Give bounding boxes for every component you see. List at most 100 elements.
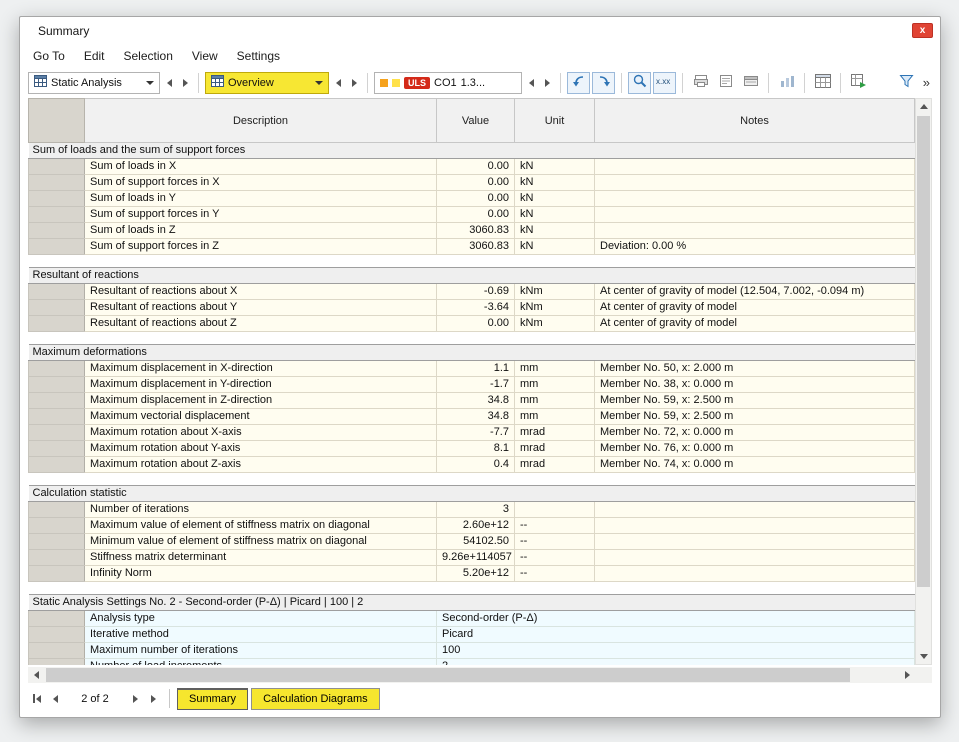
cell-notes[interactable]: Member No. 38, x: 0.000 m xyxy=(595,377,915,393)
jump-forward-button[interactable] xyxy=(592,72,615,94)
row-gutter[interactable] xyxy=(29,361,85,377)
section-header-row[interactable]: Resultant of reactions xyxy=(29,268,915,284)
print-button[interactable] xyxy=(689,72,712,94)
cell-description[interactable]: Infinity Norm xyxy=(85,566,437,582)
cell-description[interactable]: Number of load increments xyxy=(85,659,437,666)
menu-goto[interactable]: Go To xyxy=(33,49,65,63)
cell-notes[interactable] xyxy=(595,518,915,534)
cell-description[interactable]: Sum of loads in Y xyxy=(85,191,437,207)
table-row[interactable]: Sum of support forces in X0.00kN xyxy=(29,175,915,191)
cell-unit[interactable]: mm xyxy=(515,377,595,393)
horizontal-scroll-track[interactable] xyxy=(44,667,899,683)
print-preview-button[interactable] xyxy=(714,72,737,94)
cell-notes[interactable] xyxy=(595,223,915,239)
cell-value[interactable]: 5.20e+12 xyxy=(437,566,515,582)
cell-unit[interactable]: kN xyxy=(515,191,595,207)
cell-value[interactable]: 0.00 xyxy=(437,207,515,223)
table-row[interactable]: Maximum vectorial displacement34.8mmMemb… xyxy=(29,409,915,425)
cell-notes[interactable]: At center of gravity of model xyxy=(595,316,915,332)
cell-unit[interactable]: kN xyxy=(515,207,595,223)
cell-description[interactable]: Sum of loads in Z xyxy=(85,223,437,239)
row-gutter[interactable] xyxy=(29,566,85,582)
cell-value[interactable]: 34.8 xyxy=(437,393,515,409)
cell-description[interactable]: Resultant of reactions about Y xyxy=(85,300,437,316)
row-gutter[interactable] xyxy=(29,300,85,316)
cell-notes[interactable]: Member No. 59, x: 2.500 m xyxy=(595,409,915,425)
scroll-up-button[interactable] xyxy=(916,99,931,114)
cell-unit[interactable]: kNm xyxy=(515,284,595,300)
cell-description[interactable]: Analysis type xyxy=(85,611,437,627)
cell-value[interactable]: 0.00 xyxy=(437,191,515,207)
table-row[interactable]: Sum of support forces in Y0.00kN xyxy=(29,207,915,223)
report-button[interactable] xyxy=(739,72,762,94)
cell-notes[interactable]: Member No. 74, x: 0.000 m xyxy=(595,457,915,473)
section-header-row[interactable]: Maximum deformations xyxy=(29,345,915,361)
cell-value[interactable]: 9.26e+114057 xyxy=(437,550,515,566)
cell-value[interactable]: Picard xyxy=(437,627,915,643)
cell-unit[interactable]: kNm xyxy=(515,300,595,316)
table-row[interactable]: Infinity Norm5.20e+12-- xyxy=(29,566,915,582)
export-table-button[interactable] xyxy=(847,72,870,94)
cell-unit[interactable]: kN xyxy=(515,239,595,255)
cell-unit[interactable]: kN xyxy=(515,223,595,239)
table-view-button[interactable] xyxy=(811,72,834,94)
table-row[interactable]: Sum of loads in X0.00kN xyxy=(29,159,915,175)
row-gutter[interactable] xyxy=(29,393,85,409)
table-row[interactable]: Number of load increments2 xyxy=(29,659,915,666)
cell-value[interactable]: -0.69 xyxy=(437,284,515,300)
cell-description[interactable]: Sum of support forces in Z xyxy=(85,239,437,255)
zoom-results-button[interactable] xyxy=(628,72,651,94)
table-row[interactable]: Resultant of reactions about X-0.69kNmAt… xyxy=(29,284,915,300)
cell-unit[interactable]: mrad xyxy=(515,441,595,457)
row-gutter[interactable] xyxy=(29,611,85,627)
cell-notes[interactable]: Member No. 50, x: 2.000 m xyxy=(595,361,915,377)
cell-value[interactable]: 0.00 xyxy=(437,175,515,191)
row-gutter[interactable] xyxy=(29,627,85,643)
row-gutter[interactable] xyxy=(29,425,85,441)
row-gutter[interactable] xyxy=(29,316,85,332)
cell-notes[interactable] xyxy=(595,207,915,223)
table-row[interactable]: Maximum displacement in X-direction1.1mm… xyxy=(29,361,915,377)
cell-unit[interactable]: mm xyxy=(515,409,595,425)
row-gutter[interactable] xyxy=(29,239,85,255)
cell-value[interactable]: -3.64 xyxy=(437,300,515,316)
cell-notes[interactable]: Deviation: 0.00 % xyxy=(595,239,915,255)
cell-description[interactable]: Iterative method xyxy=(85,627,437,643)
vertical-scroll-track[interactable] xyxy=(916,114,931,649)
cell-notes[interactable] xyxy=(595,534,915,550)
view-combo[interactable]: Overview xyxy=(205,72,329,94)
cell-unit[interactable]: kNm xyxy=(515,316,595,332)
row-gutter[interactable] xyxy=(29,534,85,550)
cell-description[interactable]: Maximum value of element of stiffness ma… xyxy=(85,518,437,534)
decimal-places-button[interactable]: x.xx xyxy=(653,72,676,94)
cell-description[interactable]: Maximum displacement in Y-direction xyxy=(85,377,437,393)
cell-value[interactable]: 8.1 xyxy=(437,441,515,457)
tab-summary[interactable]: Summary xyxy=(177,688,248,710)
row-gutter[interactable] xyxy=(29,284,85,300)
cell-description[interactable]: Sum of support forces in X xyxy=(85,175,437,191)
toolbar-overflow-button[interactable]: » xyxy=(921,75,932,90)
cell-description[interactable]: Sum of support forces in Y xyxy=(85,207,437,223)
cell-value[interactable]: 0.4 xyxy=(437,457,515,473)
cell-description[interactable]: Minimum value of element of stiffness ma… xyxy=(85,534,437,550)
cell-value[interactable]: 100 xyxy=(437,643,915,659)
cell-value[interactable]: 0.00 xyxy=(437,316,515,332)
row-gutter[interactable] xyxy=(29,207,85,223)
cell-notes[interactable] xyxy=(595,159,915,175)
prev-load-case-button[interactable] xyxy=(524,72,538,94)
cell-unit[interactable]: mm xyxy=(515,361,595,377)
analysis-type-combo[interactable]: Static Analysis xyxy=(28,72,160,94)
cell-value[interactable]: 1.1 xyxy=(437,361,515,377)
scroll-right-button[interactable] xyxy=(899,667,915,683)
cell-description[interactable]: Resultant of reactions about X xyxy=(85,284,437,300)
menu-view[interactable]: View xyxy=(192,49,218,63)
cell-unit[interactable]: kN xyxy=(515,175,595,191)
row-gutter[interactable] xyxy=(29,643,85,659)
table-row[interactable]: Maximum value of element of stiffness ma… xyxy=(29,518,915,534)
section-header-row[interactable]: Static Analysis Settings No. 2 - Second-… xyxy=(29,595,915,611)
cell-unit[interactable]: mrad xyxy=(515,425,595,441)
menu-selection[interactable]: Selection xyxy=(124,49,173,63)
cell-description[interactable]: Resultant of reactions about Z xyxy=(85,316,437,332)
row-gutter[interactable] xyxy=(29,441,85,457)
cell-unit[interactable]: mm xyxy=(515,393,595,409)
